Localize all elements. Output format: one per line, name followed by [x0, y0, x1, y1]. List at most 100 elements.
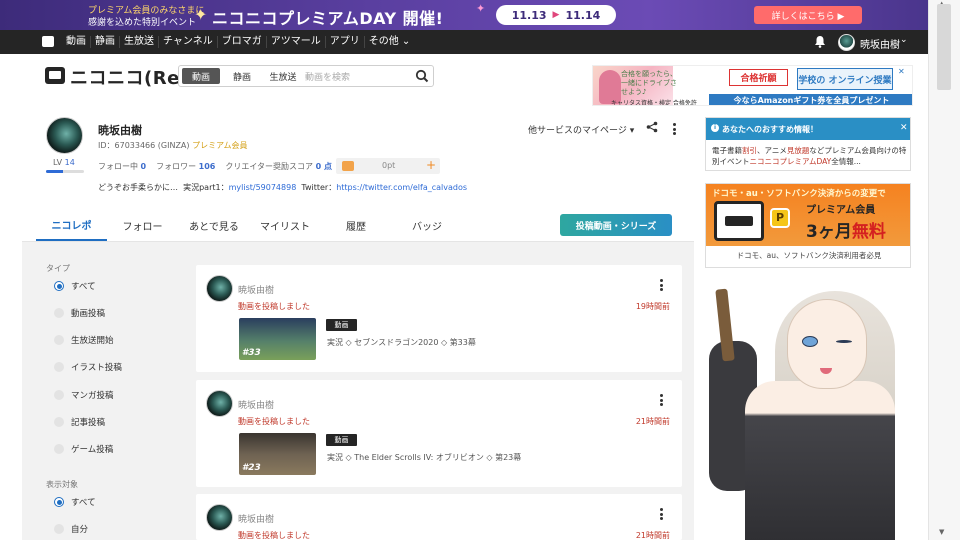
niconico-tv-mascot-icon — [714, 201, 764, 241]
recommendation-box[interactable]: あなたへのおすすめ情報！ i ✕ 電子書籍割引、アニメ見放題などプレミアム会員向… — [705, 117, 911, 171]
profile-more-icon[interactable] — [673, 123, 677, 135]
chevron-down-icon[interactable]: ⌄ — [900, 35, 908, 45]
radio[interactable] — [54, 444, 64, 454]
scrollbar-thumb[interactable] — [937, 4, 951, 90]
twitter-link[interactable]: https://twitter.com/elfa_calvados — [336, 183, 467, 192]
filter-type-live[interactable]: 生放送開始 — [54, 334, 114, 346]
page-scrollbar[interactable]: ▲ ▼ — [928, 0, 960, 540]
filter-type-article[interactable]: 記事投稿 — [54, 416, 105, 428]
ad-char-eye — [802, 336, 818, 347]
video-thumbnail[interactable]: #23 — [239, 433, 316, 475]
premium-day-banner[interactable]: プレミアム会員のみなさまに 感謝を込めた特別イベント ✦ ニコニコプレミアムDA… — [0, 0, 928, 30]
user-name-menu[interactable]: 暁坂由樹 — [860, 36, 900, 51]
nav-more[interactable]: その他 ⌄ — [365, 36, 415, 48]
tab-mylist[interactable]: マイリスト — [250, 209, 320, 241]
filter-type-video[interactable]: 動画投稿 — [54, 307, 105, 319]
card-video-title[interactable]: 実況 ◇ The Elder Scrolls IV: オブリビオン ◇ 第23幕 — [327, 452, 521, 463]
filter-type-illust[interactable]: イラスト投稿 — [54, 361, 122, 373]
card-avatar[interactable] — [206, 390, 233, 417]
level-label: LV 14 — [53, 158, 75, 167]
tab-history[interactable]: 履歴 — [320, 209, 392, 241]
filter-type-manga[interactable]: マンガ投稿 — [54, 389, 114, 401]
nav-seiga[interactable]: 静画 — [91, 36, 120, 48]
card-more-icon[interactable] — [660, 394, 664, 406]
search-tab-video[interactable]: 動画 — [182, 68, 220, 84]
card-action: 動画を投稿しました — [238, 531, 310, 540]
card-more-icon[interactable] — [660, 508, 664, 520]
radio[interactable] — [54, 390, 64, 400]
ad-button-online[interactable]: 学校の オンライン授業 — [797, 68, 893, 90]
search-tab-seiga[interactable]: 静画 — [223, 68, 261, 84]
recommendation-body[interactable]: 電子書籍割引、アニメ見放題などプレミアム会員向けの特別イベントニコニコプレミアム… — [712, 145, 908, 167]
profile-bio: どうぞお手柔らかに… 実況part1：mylist/59074898 Twitt… — [98, 182, 467, 193]
mylist-link[interactable]: mylist/59074898 — [229, 183, 297, 192]
filter-label: イラスト投稿 — [71, 363, 122, 373]
following-count: 0 — [140, 162, 147, 171]
filter-label: ゲーム投稿 — [71, 445, 114, 455]
filter-type-all[interactable]: すべて — [54, 280, 96, 292]
nav-atsumaru[interactable]: アツマール — [267, 36, 326, 48]
card-video-title[interactable]: 実況 ◇ セブンスドラゴン2020 ◇ 第33幕 — [327, 337, 476, 348]
card-avatar[interactable] — [206, 275, 233, 302]
user-avatar-small[interactable] — [838, 34, 855, 51]
top-ad-banner[interactable]: 合格を願ったら、一緒にドライブさせよう♪ キャリタス資格・検定 合格免許 合格祈… — [592, 65, 913, 106]
profile-tabs: ニコレポ フォロー あとで見る マイリスト 履歴 バッジ — [36, 209, 462, 241]
character-ad-image[interactable] — [705, 281, 911, 540]
ad-close-icon[interactable]: ✕ — [898, 67, 905, 76]
followers-label: フォロワー — [156, 162, 197, 171]
reco-text: 電子書籍 — [712, 146, 742, 155]
search-tab-live[interactable]: 生放送 — [261, 68, 305, 84]
add-points-icon[interactable]: + — [426, 158, 436, 172]
reco-text: などプレミアム会員 — [809, 146, 877, 155]
banner-details-button[interactable]: 詳しくはこちら ▶ — [754, 6, 862, 24]
search-input[interactable]: 動画を検索 — [305, 70, 350, 83]
radio[interactable] — [54, 308, 64, 318]
close-icon[interactable]: ✕ — [900, 123, 908, 133]
nav-blomaga[interactable]: ブロマガ — [218, 36, 267, 48]
premium-campaign-ad[interactable]: ドコモ・au・ソフトバンク決済からの変更で P プレミアム会員 3ヶ月無料 ドコ… — [705, 183, 911, 268]
nav-app[interactable]: アプリ — [326, 36, 365, 48]
filter-target-self[interactable]: 自分 — [54, 523, 88, 535]
other-service-mypage-dropdown[interactable]: 他サービスのマイページ ▾ — [528, 123, 634, 136]
nav-live[interactable]: 生放送 — [120, 36, 159, 48]
posted-videos-series-button[interactable]: 投稿動画・シリーズ — [560, 214, 672, 236]
radio[interactable] — [54, 417, 64, 427]
card-more-icon[interactable] — [660, 279, 664, 291]
tab-badge[interactable]: バッジ — [392, 209, 462, 241]
score-value: 0 点 — [315, 162, 332, 171]
nav-channel[interactable]: チャンネル — [159, 36, 218, 48]
ad-footer: ドコモ、au、ソフトバンク決済利用者必見 — [736, 251, 882, 260]
radio[interactable] — [54, 524, 64, 534]
tab-nicorepo[interactable]: ニコレポ — [36, 209, 107, 241]
tab-watch-later[interactable]: あとで見る — [178, 209, 250, 241]
sparkle-icon: ✦ — [194, 5, 208, 24]
bell-icon[interactable] — [814, 35, 826, 48]
tab-follow[interactable]: フォロー — [107, 209, 178, 241]
radio[interactable] — [54, 335, 64, 345]
share-icon[interactable] — [646, 121, 658, 133]
filter-type-game[interactable]: ゲーム投稿 — [54, 443, 113, 455]
card-avatar[interactable] — [206, 504, 233, 531]
radio-selected[interactable] — [54, 497, 64, 507]
reco-highlight: 見放題 — [786, 146, 810, 155]
site-logo[interactable]: ニコニコ(Re) — [70, 64, 189, 90]
creator-score-stat[interactable]: クリエイター奨励スコア 0 点 — [225, 161, 332, 172]
card-user[interactable]: 暁坂由樹 — [238, 512, 274, 525]
ad-strip: 今ならAmazonギフト券を全員プレゼント — [709, 94, 912, 105]
followers-stat[interactable]: フォロワー 106 — [156, 161, 215, 172]
nav-video[interactable]: 動画 — [62, 36, 91, 48]
niconico-tv-icon[interactable] — [42, 36, 54, 47]
filter-target-all[interactable]: すべて — [54, 496, 96, 508]
card-user[interactable]: 暁坂由樹 — [238, 283, 274, 296]
card-user[interactable]: 暁坂由樹 — [238, 398, 274, 411]
reco-text: 全情報... — [831, 157, 861, 166]
radio-selected[interactable] — [54, 281, 64, 291]
nicorepo-card: 暁坂由樹 動画を投稿しました 21時間前 #23 動画 実況 ◇ The Eld… — [196, 380, 682, 487]
niconico-logo-icon[interactable] — [45, 67, 65, 84]
video-thumbnail[interactable]: #33 — [239, 318, 316, 360]
scroll-down-icon[interactable]: ▼ — [939, 528, 944, 536]
ad-button-pass[interactable]: 合格祈願 — [729, 69, 788, 86]
following-stat[interactable]: フォロー中 0 — [98, 161, 146, 172]
search-icon[interactable] — [415, 69, 429, 83]
radio[interactable] — [54, 362, 64, 372]
